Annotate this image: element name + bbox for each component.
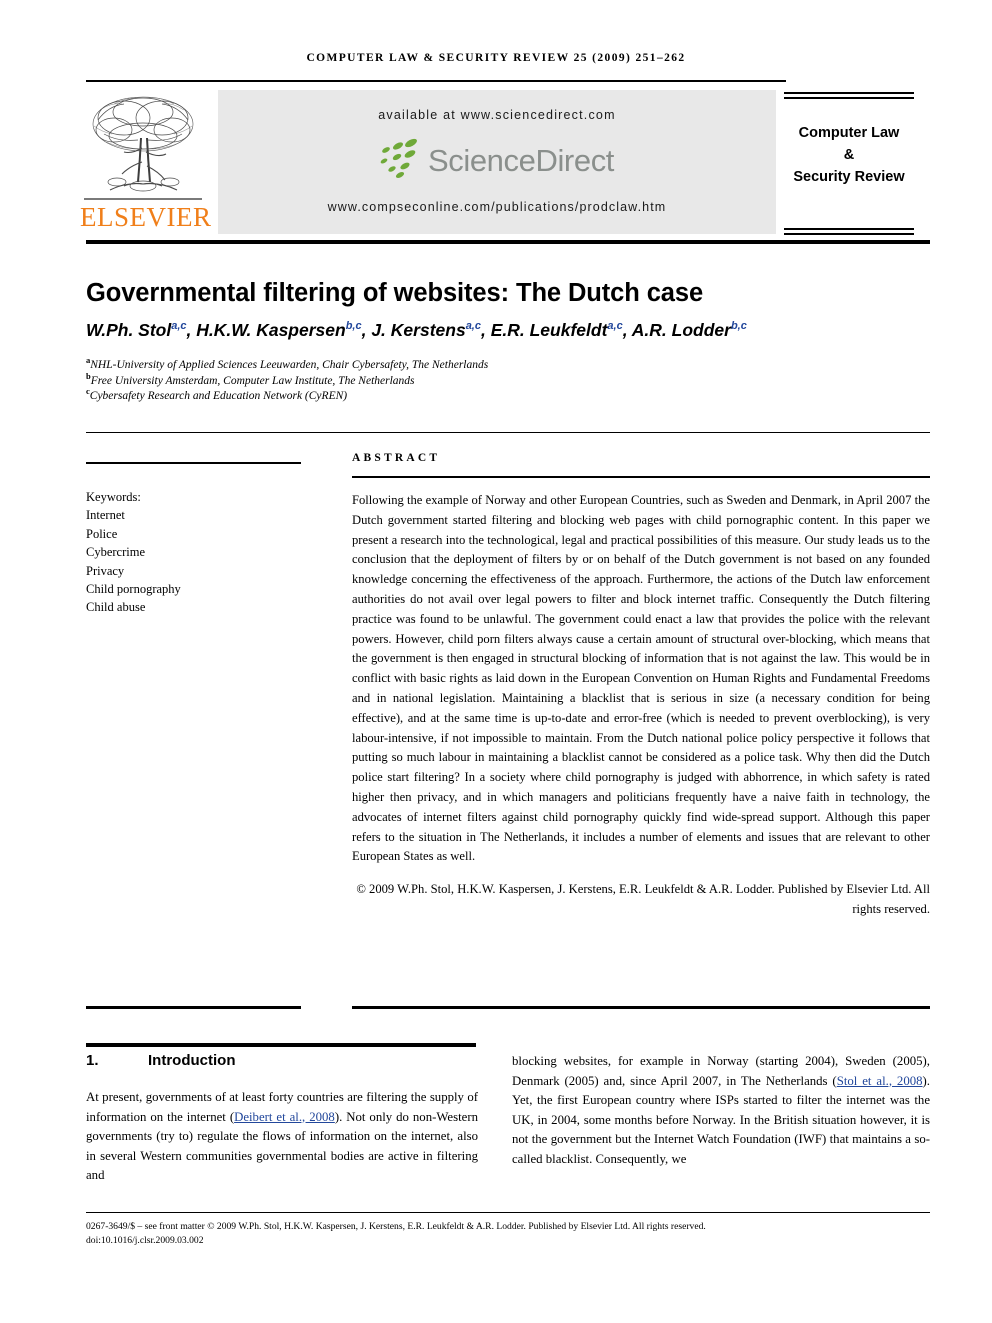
abstract-bottom-rule-left <box>86 1006 301 1009</box>
author-item: H.K.W. Kaspersenb,c <box>196 320 361 340</box>
journal-box-rule-top-1 <box>784 92 914 94</box>
affiliation-list: aNHL-University of Applied Sciences Leeu… <box>86 356 786 405</box>
keyword-item: Cybercrime <box>86 545 146 560</box>
abstract-text: Following the example of Norway and othe… <box>352 493 930 864</box>
keywords-block: Keywords: Internet Police Cybercrime Pri… <box>86 488 306 617</box>
masthead: ELSEVIER available at www.sciencedirect.… <box>78 90 914 238</box>
keyword-item: Child abuse <box>86 600 146 615</box>
keyword-item: Police <box>86 526 118 541</box>
author-name: J. Kerstens <box>371 320 466 340</box>
abstract-heading: ABSTRACT <box>352 452 441 464</box>
masthead-top-rule <box>86 80 786 82</box>
footer-rule <box>86 1212 930 1213</box>
elsevier-logo-rule <box>84 198 202 200</box>
elsevier-wordmark: ELSEVIER <box>80 202 212 232</box>
affiliation-text: Free University Amsterdam, Computer Law … <box>90 374 415 387</box>
journal-homepage-url: www.compseconline.com/publications/prodc… <box>327 200 667 214</box>
author-affil-marks: a,c <box>607 320 623 333</box>
author-item: E.R. Leukfeldta,c <box>491 320 623 340</box>
author-affil-marks: a,c <box>465 320 481 333</box>
author-name: W.Ph. Stol <box>86 320 172 340</box>
abstract-block: ABSTRACT Following the example of Norway… <box>352 452 930 920</box>
abstract-copyright: © 2009 W.Ph. Stol, H.K.W. Kaspersen, J. … <box>356 882 930 916</box>
keywords-rule <box>86 462 301 464</box>
citation-link-stol[interactable]: Stol et al., 2008 <box>837 1074 923 1088</box>
affiliation-text: Cybersafety Research and Education Netwo… <box>89 390 348 402</box>
sciencedirect-band: available at www.sciencedirect.com Scien… <box>218 90 776 234</box>
elsevier-tree-icon <box>84 90 202 202</box>
footer: 0267-3649/$ – see front matter © 2009 W.… <box>86 1220 934 1248</box>
section-heading-rule <box>86 1043 476 1047</box>
body-column-right: blocking websites, for example in Norway… <box>512 1052 930 1170</box>
affiliation-text: NHL-University of Applied Sciences Leeuw… <box>90 359 489 371</box>
author-affil-marks: b,c <box>730 320 747 333</box>
masthead-bottom-rule <box>86 240 930 244</box>
keyword-item: Child pornography <box>86 582 181 597</box>
running-head: computer law & security review 25 (2009)… <box>0 52 992 64</box>
journal-title-line-1: Computer Law <box>798 125 900 141</box>
sciencedirect-wordmark: ScienceDirect <box>427 142 615 178</box>
affiliation-item: aNHL-University of Applied Sciences Leeu… <box>86 356 786 374</box>
author-list: W.Ph. Stola,c, H.K.W. Kaspersenb,c, J. K… <box>86 320 747 340</box>
section-title: Introduction <box>148 1052 236 1069</box>
running-head-text: computer law & security review 25 (2009)… <box>306 52 686 64</box>
author-item: A.R. Lodderb,c <box>632 320 747 340</box>
author-affil-marks: a,c <box>171 320 187 333</box>
available-at-text: available at www.sciencedirect.com <box>378 108 616 122</box>
keyword-item: Internet <box>86 508 125 523</box>
journal-title-line-3: Security Review <box>793 169 905 185</box>
journal-title-box: Computer Law & Security Review <box>784 90 914 238</box>
section-heading: 1. Introduction <box>86 1052 486 1069</box>
page-title: Governmental filtering of websites: The … <box>86 279 704 308</box>
keywords-heading: Keywords: <box>86 490 141 504</box>
citation-link-deibert[interactable]: Deibert et al., 2008 <box>234 1110 335 1124</box>
author-name: A.R. Lodder <box>631 320 731 340</box>
author-name: H.K.W. Kaspersen <box>196 320 346 340</box>
section-number: 1. <box>86 1052 99 1069</box>
abstract-rule <box>352 476 930 478</box>
journal-first-page: computer law & security review 25 (2009)… <box>0 0 992 1323</box>
affiliation-item: cCybersafety Research and Education Netw… <box>86 387 786 405</box>
body-column-left: At present, governments of at least fort… <box>86 1088 478 1186</box>
footer-doi: doi:10.1016/j.clsr.2009.03.002 <box>86 1235 204 1246</box>
keyword-item: Privacy <box>86 563 125 578</box>
journal-title-line-2: & <box>843 147 855 163</box>
author-affil-marks: b,c <box>345 320 362 333</box>
sciencedirect-logo: ScienceDirect <box>218 138 776 190</box>
journal-box-rule-top-2 <box>784 97 914 99</box>
abstract-bottom-rule-right <box>352 1006 930 1009</box>
journal-box-rule-bottom-1 <box>784 228 914 230</box>
author-item: J. Kerstensa,c <box>371 320 481 340</box>
journal-box-rule-bottom-2 <box>784 233 914 235</box>
elsevier-logo: ELSEVIER <box>78 90 212 238</box>
sciencedirect-leaves-icon <box>380 138 424 183</box>
author-name: E.R. Leukfeldt <box>490 320 608 340</box>
footer-front-matter: 0267-3649/$ – see front matter © 2009 W.… <box>86 1221 706 1232</box>
affiliation-item: bFree University Amsterdam, Computer Law… <box>86 371 786 390</box>
abstract-block-top-rule <box>86 432 930 433</box>
author-item: W.Ph. Stola,c <box>86 320 187 340</box>
